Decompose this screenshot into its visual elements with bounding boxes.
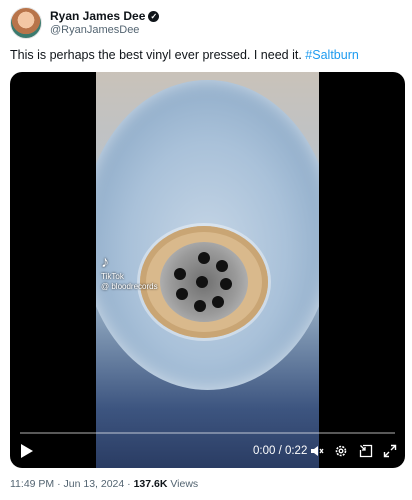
tiktok-logo-icon: ♪ [101,254,109,271]
settings-icon [335,445,347,457]
avatar[interactable] [10,7,42,39]
video-player[interactable]: ♪ TikTok @ bloodrecords 0:00 / 0:22 [10,72,405,468]
author-name-text: Ryan James Dee [50,9,146,23]
drain-hole [220,278,232,290]
progress-bar[interactable] [20,432,395,434]
fullscreen-icon [383,444,397,458]
tweet-body: This is perhaps the best vinyl ever pres… [10,48,306,62]
tweet-header: Ryan James Dee ✓ @RyanJamesDee [10,7,160,39]
views-label: Views [167,478,199,490]
tweet-date[interactable]: Jun 13, 2024 [64,478,125,490]
tiktok-brand: TikTok [101,272,124,281]
picture-in-picture-icon [359,444,373,458]
play-button[interactable] [20,443,34,459]
tiktok-user: @ bloodrecords [101,282,158,291]
author-handle[interactable]: @RyanJamesDee [50,23,159,37]
picture-in-picture-button[interactable] [359,444,373,458]
hashtag-link[interactable]: #Saltburn [305,48,359,62]
tweet-footer: 11:49 PM · Jun 13, 2024 · 137.6K Views [10,478,198,490]
separator: · [124,478,134,490]
drain-hole [198,252,210,264]
video-controls: 0:00 / 0:22 [10,428,405,468]
drain [160,242,248,322]
drain-hole [196,276,208,288]
verified-icon: ✓ [148,10,160,22]
mute-button[interactable] [310,444,324,458]
tweet-card: Ryan James Dee ✓ @RyanJamesDee This is p… [0,0,412,500]
play-icon [21,444,33,458]
video-frame: ♪ TikTok @ bloodrecords [96,72,319,468]
video-time: 0:00 / 0:22 [253,445,308,457]
author-names: Ryan James Dee ✓ @RyanJamesDee [50,9,160,37]
fullscreen-button[interactable] [383,444,397,458]
settings-button[interactable] [334,444,348,458]
drain-hole [176,288,188,300]
tweet-text: This is perhaps the best vinyl ever pres… [10,47,359,63]
drain-hole [212,296,224,308]
tiktok-watermark: ♪ TikTok @ bloodrecords [101,254,158,292]
mute-icon [311,446,324,456]
views-count: 137.6K [133,478,168,490]
drain-hole [216,260,228,272]
separator: · [54,478,64,490]
author-display-name[interactable]: Ryan James Dee ✓ [50,9,160,23]
drain-hole [194,300,206,312]
drain-hole [174,268,186,280]
tweet-time[interactable]: 11:49 PM [10,478,54,490]
